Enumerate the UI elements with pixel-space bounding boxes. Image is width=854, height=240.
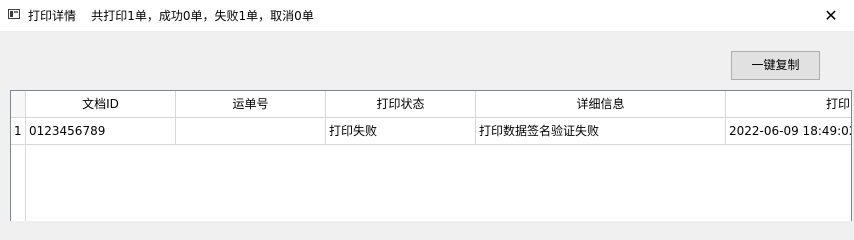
column-header-detail[interactable]: 详细信息 — [476, 91, 726, 118]
column-header-status[interactable]: 打印状态 — [326, 91, 476, 118]
cell-print-time[interactable]: 2022-06-09 18:49:02 — [726, 118, 851, 145]
cell-doc-id[interactable]: 0123456789 — [26, 118, 176, 145]
row-number[interactable]: 1 — [11, 118, 26, 145]
column-header-print-time[interactable]: 打印 — [726, 91, 851, 118]
print-detail-table: 文档ID 运单号 打印状态 详细信息 打印 1 0123456789 打印失败 … — [10, 90, 852, 221]
copy-all-button[interactable]: 一键复制 — [731, 51, 820, 80]
corner-cell[interactable] — [11, 91, 26, 118]
window-title: 打印详情 共打印1单，成功0单，失败1单，取消0单 — [28, 7, 314, 24]
window-icon — [8, 9, 20, 19]
window-title-label: 打印详情 — [28, 9, 77, 23]
print-summary: 共打印1单，成功0单，失败1单，取消0单 — [91, 9, 314, 23]
cell-waybill[interactable] — [176, 118, 326, 145]
column-header-doc-id[interactable]: 文档ID — [26, 91, 176, 118]
close-icon: ✕ — [824, 6, 838, 25]
cell-status[interactable]: 打印失败 — [326, 118, 476, 145]
cell-detail[interactable]: 打印数据签名验证失败 — [476, 118, 726, 145]
column-header-waybill[interactable]: 运单号 — [176, 91, 326, 118]
close-button[interactable]: ✕ — [808, 0, 854, 31]
title-bar: 打印详情 共打印1单，成功0单，失败1单，取消0单 ✕ — [0, 0, 854, 31]
row-header-strip — [11, 145, 26, 221]
